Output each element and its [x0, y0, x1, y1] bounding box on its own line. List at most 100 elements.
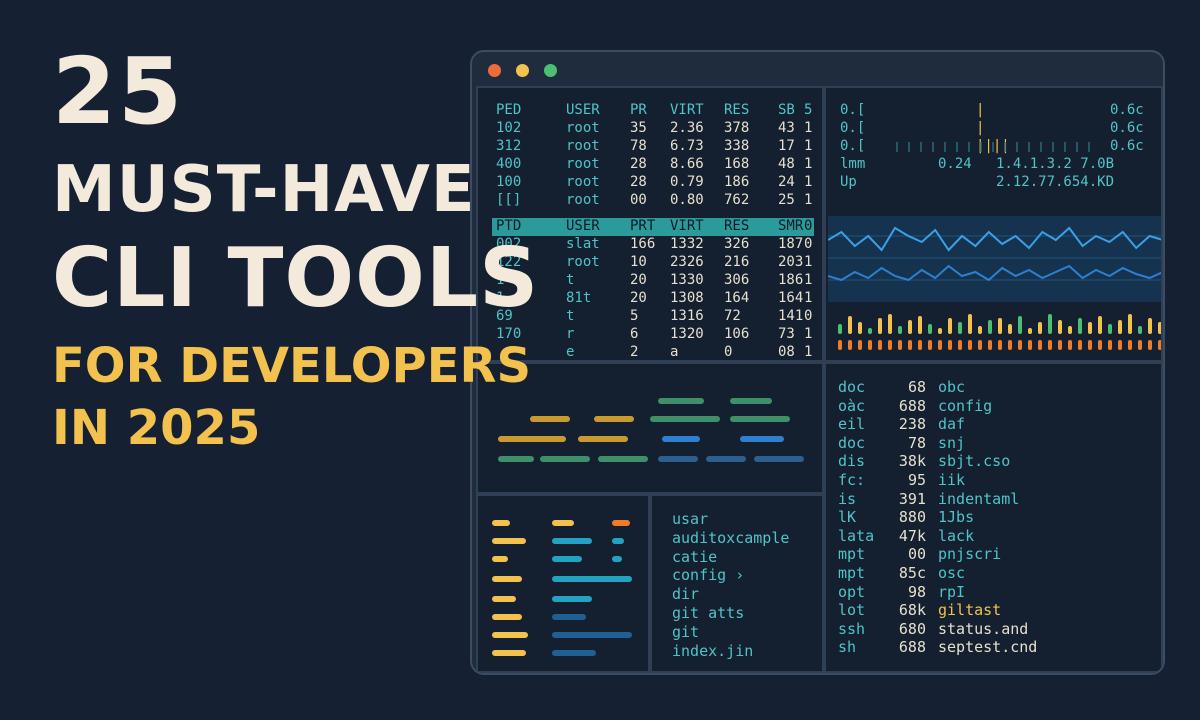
- activity-bar: [1078, 318, 1082, 334]
- git-item[interactable]: catie: [672, 548, 717, 566]
- usage-bar: [492, 632, 528, 638]
- meter-ticks: [896, 142, 1096, 152]
- process-cell: 378: [724, 120, 750, 136]
- git-item[interactable]: usar: [672, 510, 708, 528]
- git-item[interactable]: dir: [672, 585, 699, 603]
- git-item[interactable]: config ›: [672, 566, 744, 584]
- stats-pane: 0.[|0.6c0.[|0.6c0.[||||0.6c lmm0.241.4.1…: [824, 86, 1163, 362]
- log-row: [540, 456, 590, 462]
- file-name: snj: [938, 433, 966, 452]
- process-cell: r: [566, 326, 575, 342]
- usage-bar: [552, 556, 582, 562]
- process-cell: 164: [724, 290, 750, 306]
- file-name: daf: [938, 415, 966, 434]
- git-pane: usar auditoxcample catie config › dir git att…: [650, 494, 824, 673]
- activity-bar: [968, 314, 972, 334]
- file-name: indentaml: [938, 489, 1020, 508]
- process-cell: root: [566, 138, 600, 154]
- process-cell: e: [566, 344, 575, 360]
- process-cell: 6.73: [670, 138, 704, 154]
- log-row: [598, 456, 648, 462]
- process-cell: 43: [778, 120, 795, 136]
- process-cell: 186: [778, 272, 804, 288]
- process-cell: 1316: [670, 308, 704, 324]
- process-cell: 186: [724, 174, 750, 190]
- usage-bar: [492, 614, 522, 620]
- file-name: sbjt.cso: [938, 452, 1011, 471]
- file-row[interactable]: lata 47k lack: [826, 527, 1161, 545]
- file-row[interactable]: doc 78 snj: [826, 434, 1161, 452]
- log-row: [730, 416, 790, 422]
- process-cell: 1: [804, 290, 813, 306]
- file-row[interactable]: oàc 688 config: [826, 397, 1161, 415]
- memory-row: Up 2.12.77.654.KD: [826, 174, 1161, 192]
- headline-line1: MUST-HAVE: [52, 153, 476, 227]
- file-row[interactable]: sh 688 septest.cnd: [826, 638, 1161, 656]
- git-item[interactable]: git: [672, 623, 699, 641]
- file-row[interactable]: lK 880 1Jbs: [826, 508, 1161, 526]
- usage-bar: [492, 576, 522, 582]
- activity-base: [908, 340, 912, 350]
- process-cell: 8.66: [670, 156, 704, 172]
- activity-base: [1148, 340, 1152, 350]
- cpu-meter-row: 0.[| 0.6c: [826, 120, 1161, 138]
- activity-base: [918, 340, 922, 350]
- file-type: mpt: [838, 545, 866, 564]
- process-cell: 6: [630, 326, 639, 342]
- file-row[interactable]: doc 68 obc: [826, 378, 1161, 396]
- activity-base: [1028, 340, 1032, 350]
- column-header: USER: [566, 102, 600, 118]
- column-header: RES: [724, 102, 750, 118]
- file-row[interactable]: mpt 00 pnjscri: [826, 545, 1161, 563]
- activity-bar: [998, 318, 1002, 334]
- usage-bar: [552, 538, 592, 544]
- git-item[interactable]: index.jin: [672, 642, 753, 660]
- usage-bar: [492, 556, 508, 562]
- process-cell: 17: [778, 138, 795, 154]
- window-titlebar: [472, 52, 1163, 88]
- file-row[interactable]: mpt 85c osc: [826, 564, 1161, 582]
- file-type: fc:: [838, 471, 866, 489]
- log-row: [594, 416, 634, 422]
- file-type: is: [838, 489, 857, 508]
- file-row[interactable]: opt 98 rpI: [826, 583, 1161, 601]
- process-cell: 73: [778, 326, 795, 342]
- git-item[interactable]: git atts: [672, 604, 744, 622]
- process-cell: 0.80: [670, 192, 704, 208]
- process-cell: 48: [778, 156, 795, 172]
- activity-bar: [1138, 326, 1142, 334]
- file-row[interactable]: ssh 680 status.and: [826, 620, 1161, 638]
- file-row[interactable]: lot 68k giltast: [826, 601, 1161, 619]
- activity-base: [1158, 340, 1161, 350]
- file-size: 68: [907, 378, 926, 396]
- process-cell: 168: [724, 156, 750, 172]
- activity-bar: [1008, 324, 1012, 334]
- file-row[interactable]: eil 238 daf: [826, 415, 1161, 433]
- process-cell: 306: [724, 272, 750, 288]
- column-header: VIRT: [670, 218, 704, 234]
- file-row[interactable]: is 391 indentaml: [826, 490, 1161, 508]
- git-item[interactable]: auditoxcample: [672, 529, 789, 547]
- headline-number: 25: [52, 38, 185, 145]
- file-row[interactable]: fc: 95 iik: [826, 471, 1161, 489]
- activity-base: [1068, 340, 1072, 350]
- activity-base: [878, 340, 882, 350]
- activity-bar: [878, 318, 882, 334]
- process-cell: root: [566, 120, 600, 136]
- usage-bar: [552, 650, 596, 656]
- process-cell: 25: [778, 192, 795, 208]
- file-size: 391: [898, 489, 926, 508]
- file-type: doc: [838, 378, 866, 396]
- file-type: oàc: [838, 396, 866, 415]
- activity-base: [858, 340, 862, 350]
- activity-bar: [928, 324, 932, 334]
- process-cell: a: [670, 344, 679, 360]
- process-cell: root: [566, 174, 600, 190]
- process-cell: 0.79: [670, 174, 704, 190]
- process-cell: 2: [630, 344, 639, 360]
- file-name: lack: [938, 526, 975, 545]
- maximize-button[interactable]: [544, 64, 557, 77]
- activity-bar: [848, 316, 852, 334]
- file-row[interactable]: dis 38k sbjt.cso: [826, 452, 1161, 470]
- file-size: 688: [898, 396, 926, 415]
